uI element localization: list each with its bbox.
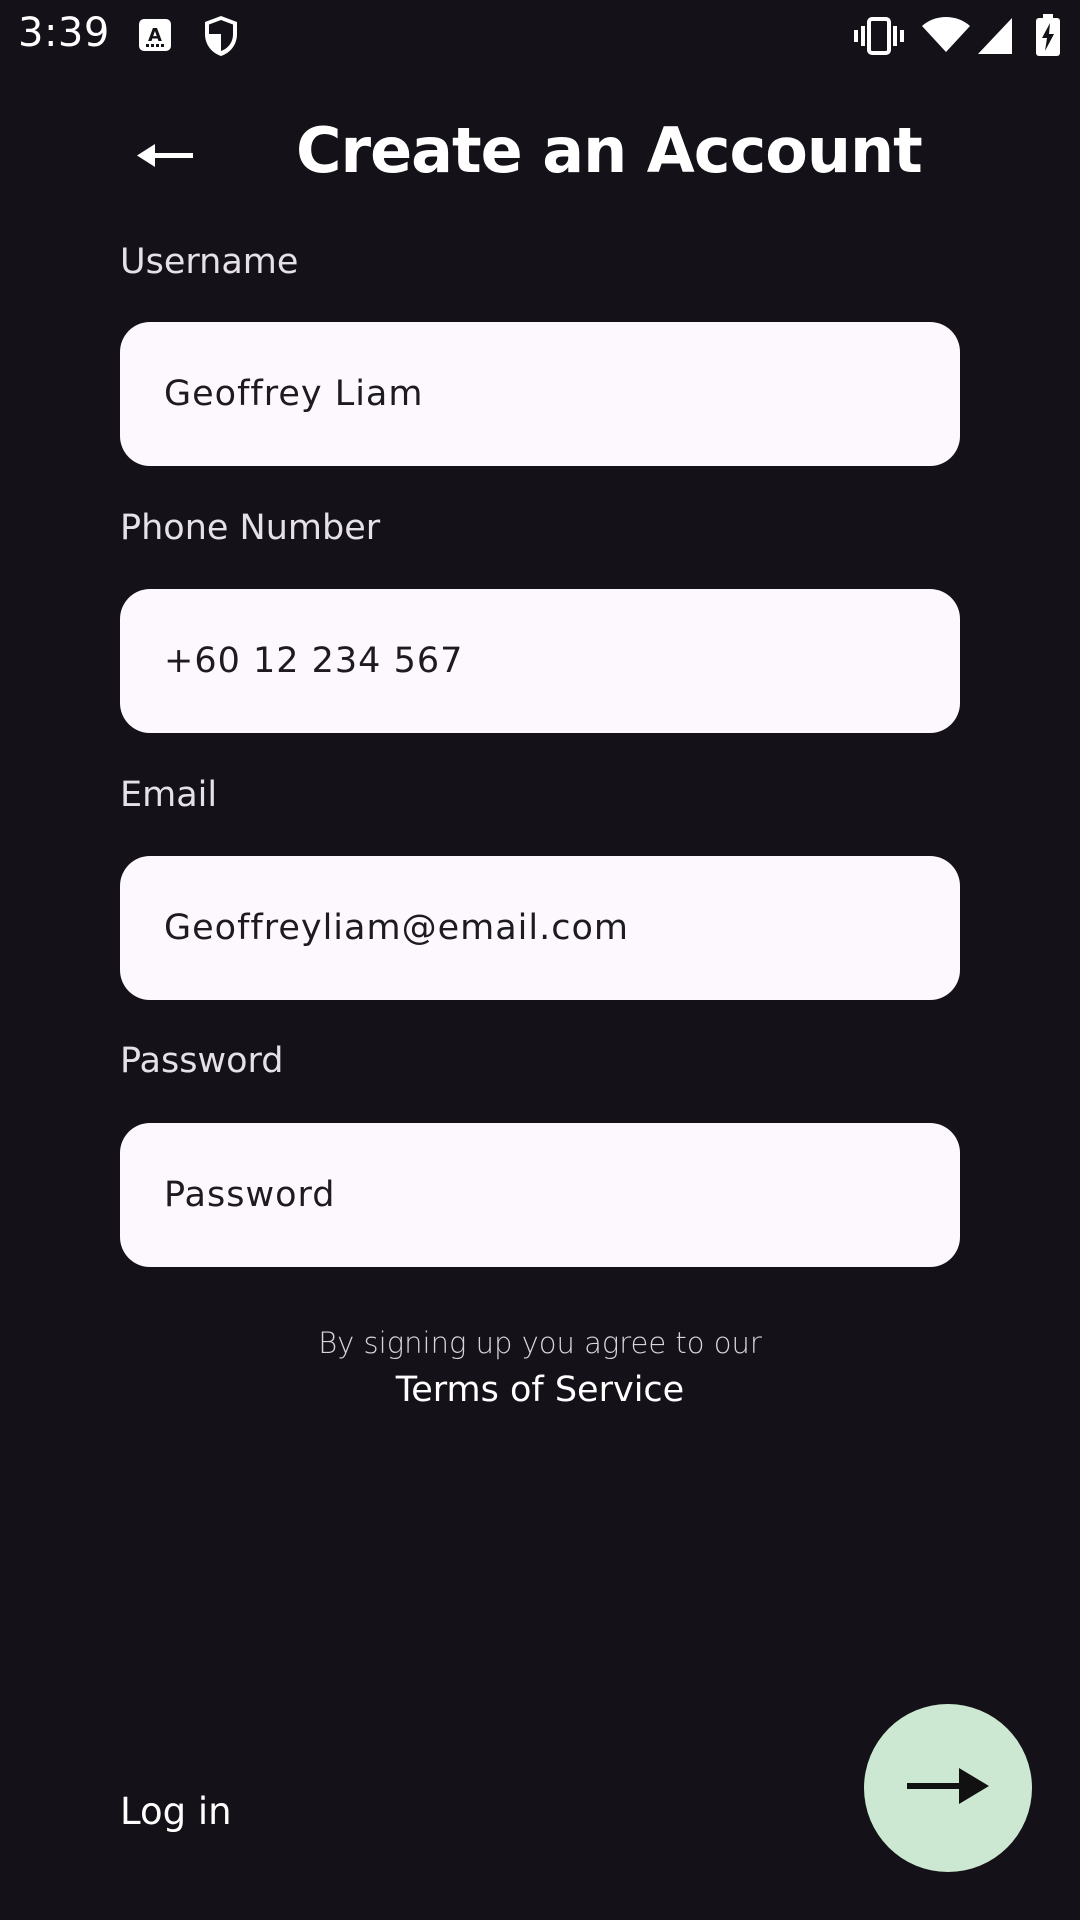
phone-number-input[interactable] bbox=[120, 589, 960, 733]
wifi-icon bbox=[922, 16, 970, 59]
arrow-back-icon bbox=[137, 140, 195, 177]
battery-charging-icon bbox=[1036, 14, 1060, 61]
terms-notice-text: By signing up you agree to our bbox=[318, 1326, 762, 1360]
cell-signal-icon bbox=[978, 18, 1014, 59]
terms-of-service-link[interactable]: Terms of Service bbox=[396, 1370, 684, 1410]
status-bar: 3:39 A bbox=[0, 0, 1080, 74]
password-input[interactable] bbox=[120, 1123, 960, 1267]
status-time: 3:39 bbox=[18, 10, 110, 56]
next-button[interactable] bbox=[864, 1704, 1032, 1872]
email-input[interactable] bbox=[120, 856, 960, 1000]
shield-icon bbox=[202, 14, 240, 63]
username-input[interactable] bbox=[120, 322, 960, 466]
app-header: Create an Account bbox=[0, 100, 1080, 210]
phone-number-label: Phone Number bbox=[120, 508, 381, 548]
email-label: Email bbox=[120, 775, 218, 815]
username-label: Username bbox=[120, 242, 299, 282]
arrow-forward-icon bbox=[907, 1766, 989, 1811]
svg-text:A: A bbox=[148, 25, 162, 46]
password-label: Password bbox=[120, 1041, 284, 1081]
terms-block: By signing up you agree to our Terms of … bbox=[0, 1326, 1080, 1410]
page-title: Create an Account bbox=[296, 114, 923, 187]
keyboard-notification-icon: A bbox=[138, 18, 172, 59]
back-button[interactable] bbox=[126, 128, 206, 188]
vibrate-icon bbox=[854, 16, 904, 61]
log-in-link[interactable]: Log in bbox=[120, 1790, 232, 1833]
